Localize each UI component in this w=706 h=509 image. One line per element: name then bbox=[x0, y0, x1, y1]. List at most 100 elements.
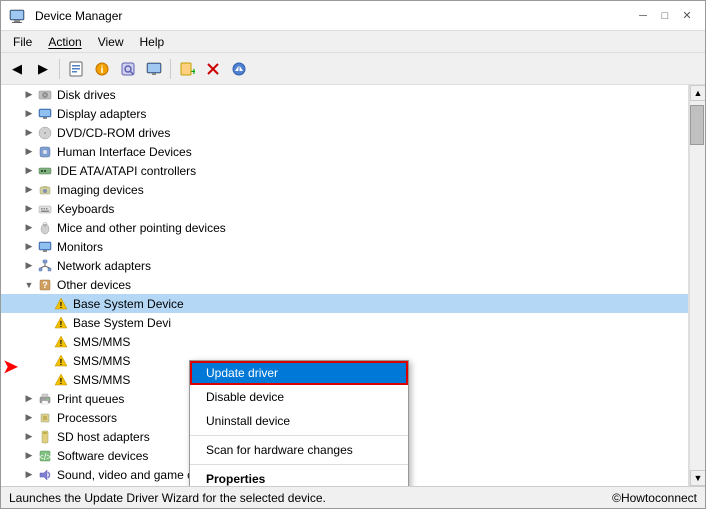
display-icon bbox=[37, 106, 53, 122]
context-menu: Update driver Disable device Uninstall d… bbox=[189, 360, 409, 486]
menu-file[interactable]: File bbox=[5, 33, 40, 51]
dvd-label: DVD/CD-ROM drives bbox=[57, 126, 170, 140]
mice-label: Mice and other pointing devices bbox=[57, 221, 226, 235]
expander-sd[interactable]: ▶ bbox=[21, 429, 37, 445]
forward-button[interactable]: ▶ bbox=[31, 57, 55, 81]
toolbar: ◀ ▶ i bbox=[1, 53, 705, 85]
print-icon bbox=[37, 391, 53, 407]
sound-icon bbox=[37, 467, 53, 483]
disk-drives-label: Disk drives bbox=[57, 88, 116, 102]
svg-text:!: ! bbox=[60, 358, 63, 367]
properties-button[interactable] bbox=[64, 57, 88, 81]
tree-item-sms-1[interactable]: ▶ ! SMS/MMS bbox=[1, 332, 688, 351]
expander-print[interactable]: ▶ bbox=[21, 391, 37, 407]
update-driver-toolbar-button[interactable]: i bbox=[90, 57, 114, 81]
expander-sound[interactable]: ▶ bbox=[21, 467, 37, 483]
menu-bar: File Action View Help bbox=[1, 31, 705, 53]
tree-item-base-system-2[interactable]: ▶ ! Base System Devi bbox=[1, 313, 688, 332]
minimize-button[interactable]: ─ bbox=[633, 6, 653, 26]
tree-item-keyboards[interactable]: ▶ Keyboards bbox=[1, 199, 688, 218]
expander-storage[interactable]: ▶ bbox=[21, 486, 37, 487]
processors-label: Processors bbox=[57, 411, 117, 425]
app-icon bbox=[9, 8, 25, 24]
tree-item-ide[interactable]: ▶ IDE ATA/ATAPI controllers bbox=[1, 161, 688, 180]
back-button[interactable]: ◀ bbox=[5, 57, 29, 81]
ctx-properties[interactable]: Properties bbox=[190, 467, 408, 486]
expander-dvd[interactable]: ▶ bbox=[21, 125, 37, 141]
device-manager-window: Device Manager ─ □ ✕ File Action View He… bbox=[0, 0, 706, 509]
status-text: Launches the Update Driver Wizard for th… bbox=[9, 491, 326, 505]
close-button[interactable]: ✕ bbox=[677, 6, 697, 26]
expander-ide[interactable]: ▶ bbox=[21, 163, 37, 179]
scroll-thumb[interactable] bbox=[690, 105, 704, 145]
monitor-button[interactable] bbox=[142, 57, 166, 81]
imaging-icon bbox=[37, 182, 53, 198]
ide-icon bbox=[37, 163, 53, 179]
expander-processors[interactable]: ▶ bbox=[21, 410, 37, 426]
tree-item-monitors[interactable]: ▶ Monitors bbox=[1, 237, 688, 256]
tree-item-base-system-1[interactable]: ▶ ! Base System Device bbox=[1, 294, 688, 313]
tree-item-mice[interactable]: ▶ Mice and other pointing devices bbox=[1, 218, 688, 237]
keyboards-label: Keyboards bbox=[57, 202, 114, 216]
warning-icon-1: ! bbox=[53, 296, 69, 312]
software-label: Software devices bbox=[57, 449, 148, 463]
software-icon: </> bbox=[37, 448, 53, 464]
expander-disk[interactable]: ▶ bbox=[21, 87, 37, 103]
scroll-down-button[interactable]: ▼ bbox=[690, 470, 705, 486]
tree-item-imaging[interactable]: ▶ Imaging devices bbox=[1, 180, 688, 199]
scan-hardware-toolbar-button[interactable] bbox=[116, 57, 140, 81]
menu-action[interactable]: Action bbox=[40, 33, 89, 51]
base-system-1-label: Base System Device bbox=[73, 297, 184, 311]
device-tree[interactable]: ➤ ▶ Disk drives ▶ Display adapters ▶ bbox=[1, 85, 689, 486]
download-button[interactable] bbox=[227, 57, 251, 81]
scroll-track[interactable] bbox=[690, 101, 705, 470]
tree-item-hid[interactable]: ▶ Human Interface Devices bbox=[1, 142, 688, 161]
ctx-separator-1 bbox=[190, 435, 408, 436]
dvd-icon bbox=[37, 125, 53, 141]
arrow-pointer: ➤ bbox=[3, 357, 18, 378]
tree-item-dvd[interactable]: ▶ DVD/CD-ROM drives bbox=[1, 123, 688, 142]
sms-1-label: SMS/MMS bbox=[73, 335, 130, 349]
warning-icon-2: ! bbox=[53, 315, 69, 331]
expander-network[interactable]: ▶ bbox=[21, 258, 37, 274]
menu-help[interactable]: Help bbox=[132, 33, 173, 51]
expander-monitors[interactable]: ▶ bbox=[21, 239, 37, 255]
add-driver-button[interactable]: + bbox=[175, 57, 199, 81]
ctx-separator-2 bbox=[190, 464, 408, 465]
vertical-scrollbar[interactable]: ▲ ▼ bbox=[689, 85, 705, 486]
status-bar: Launches the Update Driver Wizard for th… bbox=[1, 486, 705, 508]
expander-other[interactable]: ▼ bbox=[21, 277, 37, 293]
tree-item-disk-drives[interactable]: ▶ Disk drives bbox=[1, 85, 688, 104]
ctx-disable-device[interactable]: Disable device bbox=[190, 385, 408, 409]
print-label: Print queues bbox=[57, 392, 124, 406]
sms-2-label: SMS/MMS bbox=[73, 354, 130, 368]
tree-item-other[interactable]: ▼ ? Other devices bbox=[1, 275, 688, 294]
window-title: Device Manager bbox=[35, 9, 122, 23]
ctx-scan-hardware[interactable]: Scan for hardware changes bbox=[190, 438, 408, 462]
ctx-update-driver[interactable]: Update driver bbox=[190, 361, 408, 385]
main-content: ➤ ▶ Disk drives ▶ Display adapters ▶ bbox=[1, 85, 705, 486]
expander-mice[interactable]: ▶ bbox=[21, 220, 37, 236]
watermark: ©Howtoconnect bbox=[612, 491, 697, 505]
expander-keyboards[interactable]: ▶ bbox=[21, 201, 37, 217]
remove-driver-button[interactable] bbox=[201, 57, 225, 81]
expander-imaging[interactable]: ▶ bbox=[21, 182, 37, 198]
network-label: Network adapters bbox=[57, 259, 151, 273]
monitor-icon bbox=[37, 239, 53, 255]
menu-view[interactable]: View bbox=[90, 33, 132, 51]
sms-icon-1: ! bbox=[53, 334, 69, 350]
storage-icon bbox=[37, 486, 53, 487]
tree-item-display-adapters[interactable]: ▶ Display adapters bbox=[1, 104, 688, 123]
expander-display[interactable]: ▶ bbox=[21, 106, 37, 122]
sms-3-label: SMS/MMS bbox=[73, 373, 130, 387]
monitors-label: Monitors bbox=[57, 240, 103, 254]
toolbar-separator-1 bbox=[59, 59, 60, 79]
expander-hid[interactable]: ▶ bbox=[21, 144, 37, 160]
maximize-button[interactable]: □ bbox=[655, 6, 675, 26]
tree-item-network[interactable]: ▶ Network adapters bbox=[1, 256, 688, 275]
other-icon: ? bbox=[37, 277, 53, 293]
scroll-up-button[interactable]: ▲ bbox=[690, 85, 705, 101]
ctx-uninstall-device[interactable]: Uninstall device bbox=[190, 409, 408, 433]
expander-software[interactable]: ▶ bbox=[21, 448, 37, 464]
other-label: Other devices bbox=[57, 278, 131, 292]
